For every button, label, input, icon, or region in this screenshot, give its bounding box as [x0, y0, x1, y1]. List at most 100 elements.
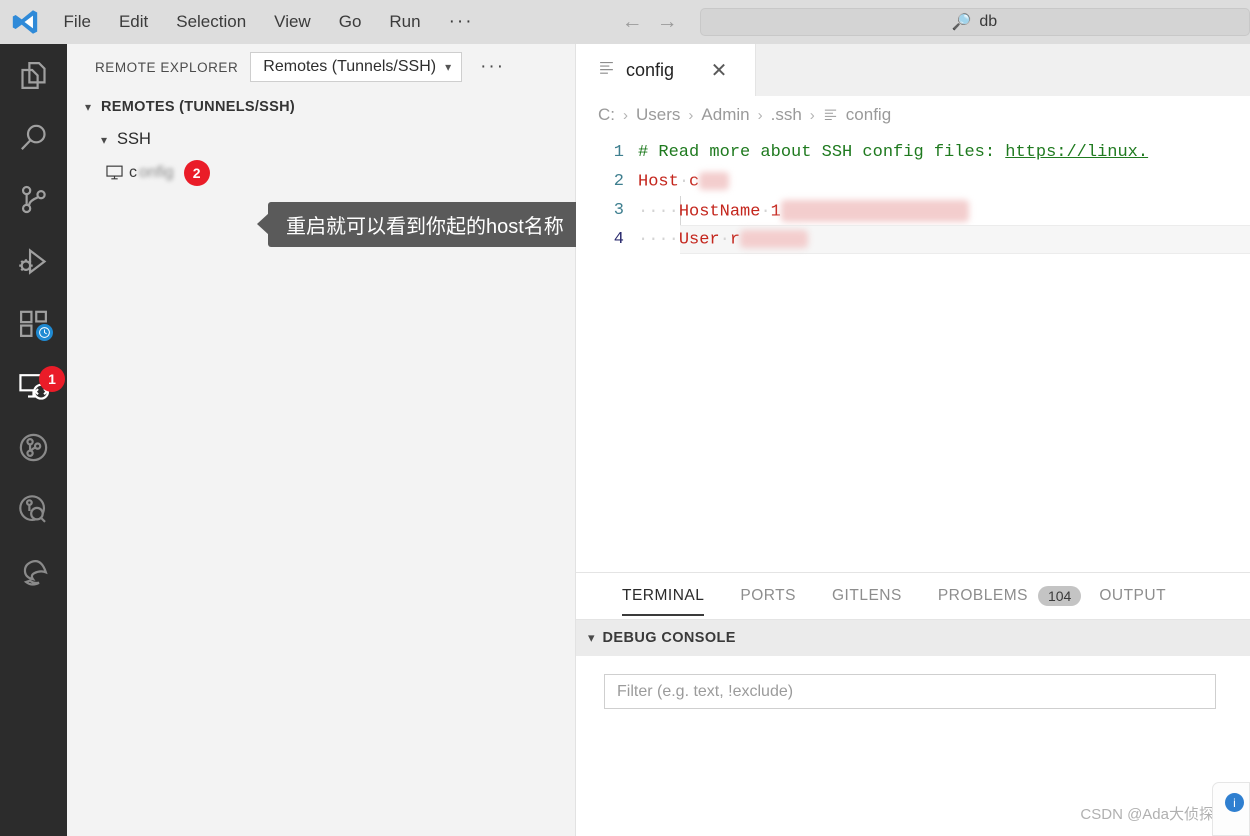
- activity-item-edge-tools[interactable]: [0, 540, 67, 602]
- clock-icon: [39, 327, 50, 338]
- panel-tab-output[interactable]: OUTPUT: [1081, 573, 1184, 620]
- code-url-link[interactable]: https://linux.: [1005, 143, 1148, 162]
- code-line-2: 2 Host·c: [576, 167, 1250, 196]
- breadcrumb-separator-icon: ›: [757, 106, 763, 124]
- breadcrumb-separator-icon: ›: [688, 106, 694, 124]
- menu-bar: File Edit Selection View Go Run ···: [50, 8, 488, 36]
- menu-item-view[interactable]: View: [260, 8, 325, 36]
- editor-tab-config[interactable]: config ✕: [576, 44, 756, 96]
- redacted-value: [780, 199, 969, 222]
- git-graph-icon: [19, 433, 48, 461]
- breadcrumb: C: › Users › Admin › .ssh › config: [576, 96, 1250, 134]
- files-icon: [21, 61, 46, 89]
- breadcrumb-item-ssh[interactable]: .ssh: [771, 105, 802, 125]
- code-line-1: 1 # Read more about SSH config files: ht…: [576, 138, 1250, 167]
- gitlens-search-icon: [19, 494, 46, 523]
- line-number: 2: [613, 172, 624, 191]
- command-search-input[interactable]: 🔍 db: [699, 8, 1250, 36]
- redacted-value: [699, 171, 730, 190]
- vscode-logo-icon: [0, 0, 50, 44]
- tree-root-label: REMOTES (TUNNELS/SSH): [101, 98, 295, 115]
- debug-console-body: [576, 656, 1250, 709]
- menu-item-file[interactable]: File: [50, 8, 105, 36]
- tree-item-host-label-blurred: onfig: [139, 163, 174, 181]
- activity-item-search[interactable]: [0, 106, 67, 168]
- remote-explorer-badge: 1: [39, 366, 65, 392]
- search-icon: [21, 124, 46, 150]
- code-editor[interactable]: 1 # Read more about SSH config files: ht…: [576, 134, 1250, 254]
- text-file-icon: [823, 105, 838, 125]
- debug-console-filter-wrapper[interactable]: [604, 674, 1216, 709]
- activity-bar: 1: [0, 44, 67, 836]
- tree-item-ssh-host[interactable]: c onfig 2: [67, 156, 575, 189]
- navigation-arrows: ← →: [622, 10, 678, 34]
- editor-area: config ✕ C: › Users › Admin › .ssh › con…: [576, 44, 1250, 572]
- code-keyword-host: Host: [638, 172, 679, 192]
- activity-item-gitlens-search[interactable]: [0, 478, 67, 540]
- code-line-4: 4 ····User·r: [576, 225, 1250, 254]
- activity-item-explorer[interactable]: [0, 44, 67, 106]
- menu-item-go[interactable]: Go: [325, 8, 376, 36]
- tree-group-ssh[interactable]: ▾ SSH: [67, 123, 575, 156]
- info-icon: i: [1225, 793, 1244, 812]
- menu-item-run[interactable]: Run: [375, 8, 434, 36]
- code-value-user: r: [729, 230, 741, 250]
- remotes-view-dropdown-label: Remotes (Tunnels/SSH): [263, 58, 437, 75]
- sidebar-more-actions-icon[interactable]: ···: [474, 57, 511, 76]
- panel-tab-ports[interactable]: PORTS: [722, 573, 814, 620]
- watermark-text: CSDN @Ada大侦探: [1080, 806, 1214, 823]
- arrow-left-icon[interactable]: ←: [622, 10, 643, 34]
- panel-tab-terminal[interactable]: TERMINAL: [604, 573, 722, 620]
- line-number: 1: [613, 143, 624, 162]
- code-value-hostname: 1: [770, 201, 781, 221]
- redacted-value: [740, 229, 809, 248]
- chevron-down-icon: ▾: [84, 99, 92, 114]
- chevron-down-icon[interactable]: ▾: [588, 630, 595, 646]
- line-number: 3: [613, 201, 624, 220]
- breadcrumb-item-admin[interactable]: Admin: [701, 105, 749, 125]
- breadcrumb-item-users[interactable]: Users: [636, 105, 680, 125]
- code-comment-text: # Read more about SSH config files:: [638, 143, 1006, 162]
- tree-group-label: SSH: [117, 130, 151, 148]
- tree-root-remotes[interactable]: ▾ REMOTES (TUNNELS/SSH): [67, 90, 575, 123]
- breadcrumb-separator-icon: ›: [809, 106, 815, 124]
- menu-item-selection[interactable]: Selection: [162, 8, 260, 36]
- code-value-host: c: [689, 172, 700, 192]
- activity-item-run-and-debug[interactable]: [0, 230, 67, 292]
- breadcrumb-item-drive[interactable]: C:: [598, 105, 615, 125]
- panel-tab-gitlens[interactable]: GITLENS: [814, 573, 920, 620]
- close-icon[interactable]: ✕: [707, 58, 731, 83]
- text-file-icon: [598, 59, 615, 81]
- code-line-content: # Read more about SSH config files: http…: [638, 143, 1148, 162]
- code-line-3: 3 ····HostName·1: [576, 196, 1250, 225]
- code-keyword-hostname: HostName: [678, 201, 761, 221]
- search-icon: 🔍: [952, 14, 973, 31]
- tree-item-host-label: c: [129, 163, 137, 181]
- panel-tab-problems[interactable]: PROBLEMS: [920, 573, 1046, 620]
- menu-overflow-icon[interactable]: ···: [435, 12, 488, 31]
- bottom-panel: TERMINAL PORTS GITLENS PROBLEMS 104 OUTP…: [576, 572, 1250, 836]
- chevron-down-icon: ▾: [445, 60, 452, 74]
- debug-console-header[interactable]: ▾ DEBUG CONSOLE: [576, 620, 1250, 656]
- menu-item-edit[interactable]: Edit: [105, 8, 162, 36]
- breadcrumb-separator-icon: ›: [623, 106, 628, 124]
- run-debug-icon: [19, 247, 47, 275]
- activity-item-remote-explorer[interactable]: 1: [0, 354, 67, 416]
- arrow-right-icon[interactable]: →: [657, 10, 678, 34]
- editor-tab-label: config: [626, 59, 675, 80]
- remotes-view-dropdown[interactable]: Remotes (Tunnels/SSH) ▾: [250, 52, 463, 82]
- activity-item-git-graph[interactable]: [0, 416, 67, 478]
- remote-host-icon: [105, 163, 129, 182]
- debug-console-filter-input[interactable]: [617, 682, 1215, 701]
- activity-item-extensions[interactable]: [0, 292, 67, 354]
- code-line-content: Host·c: [638, 171, 730, 192]
- sidebar: REMOTE EXPLORER Remotes (Tunnels/SSH) ▾ …: [67, 44, 580, 836]
- sidebar-title: REMOTE EXPLORER: [95, 59, 239, 75]
- activity-item-source-control[interactable]: [0, 168, 67, 230]
- edge-browser-icon: [23, 559, 48, 586]
- title-bar: File Edit Selection View Go Run ··· ← → …: [0, 0, 1250, 44]
- editor-tab-bar: config ✕: [576, 44, 1250, 96]
- extensions-update-badge: [35, 323, 54, 342]
- line-number: 4: [613, 230, 624, 249]
- breadcrumb-item-config[interactable]: config: [846, 105, 891, 125]
